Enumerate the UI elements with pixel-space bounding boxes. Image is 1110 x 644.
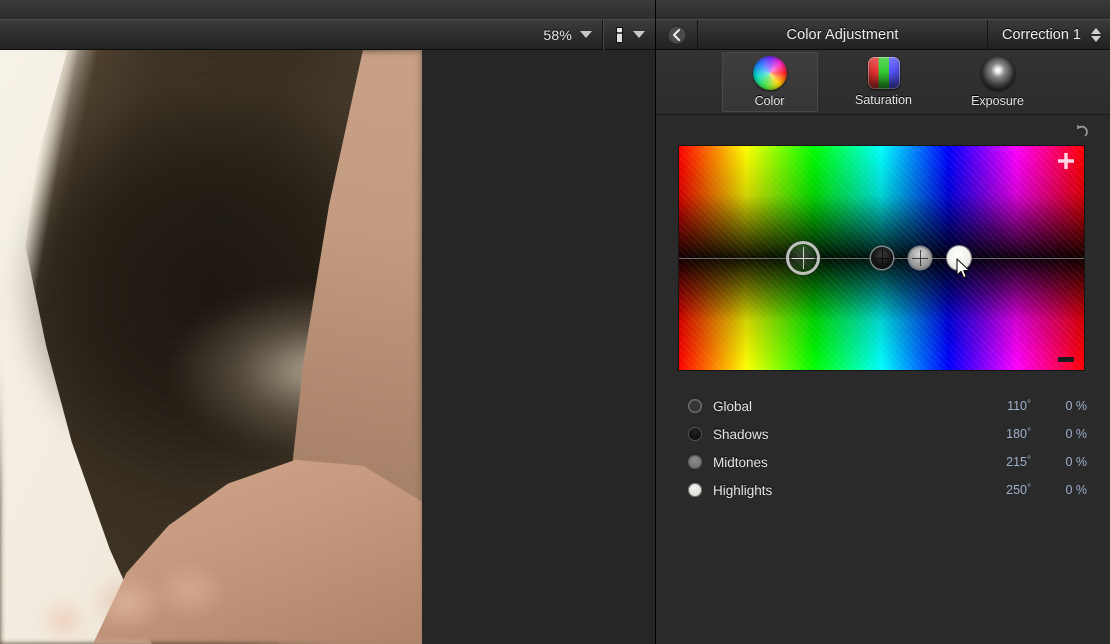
mouse-cursor: [956, 258, 970, 279]
inspector-header: Color Adjustment Correction 1: [656, 19, 1110, 50]
view-mode-control-group[interactable]: [603, 19, 655, 50]
exposure-sphere-icon: [980, 56, 1015, 90]
video-grain-layer: [0, 50, 422, 644]
up-down-stepper-icon[interactable]: [1087, 27, 1105, 42]
viewer-pane: 58%: [0, 0, 655, 644]
shadows-color-dot: [688, 427, 702, 441]
zoom-level-value: 58%: [543, 26, 572, 43]
zoom-control-group[interactable]: 58%: [543, 19, 603, 50]
param-percent-highlights[interactable]: 0 %: [1043, 483, 1087, 497]
plus-icon[interactable]: [1057, 152, 1075, 170]
video-preview[interactable]: [0, 50, 422, 644]
caret-down-icon[interactable]: [633, 31, 645, 38]
param-percent-midtones[interactable]: 0 %: [1043, 455, 1087, 469]
param-label-shadows: Shadows: [713, 426, 769, 442]
split-view-icon[interactable]: [616, 26, 623, 43]
param-row-highlights[interactable]: Highlights 250° 0 %: [656, 476, 1110, 504]
reset-row: [656, 116, 1110, 144]
reset-arrow-icon: [1077, 124, 1088, 137]
tab-color[interactable]: Color: [721, 52, 818, 112]
parameter-list: Global 110° 0 % Shadows 180° 0 % Midtone…: [656, 392, 1110, 504]
puck-midtones[interactable]: [908, 247, 931, 269]
param-label-highlights: Highlights: [713, 482, 773, 498]
puck-shadows[interactable]: [870, 247, 893, 269]
saturation-bars-icon: [867, 57, 900, 89]
caret-down-icon[interactable]: [580, 31, 592, 38]
tab-exposure-label: Exposure: [971, 94, 1024, 108]
inspector-panel: Color Adjustment Correction 1 Color Satu…: [655, 0, 1110, 644]
param-angle-midtones[interactable]: 215°: [1006, 455, 1031, 469]
param-row-global[interactable]: Global 110° 0 %: [656, 392, 1110, 420]
puck-global[interactable]: [788, 244, 817, 272]
param-label-global: Global: [713, 398, 753, 414]
final-cut-pro-color-board-window: 58% Color Adjustment Correction 1 Color …: [0, 0, 1110, 644]
param-angle-shadows[interactable]: 180°: [1006, 427, 1031, 441]
global-color-dot: [688, 399, 702, 413]
param-label-midtones: Midtones: [713, 454, 768, 470]
correction-selector[interactable]: Correction 1: [987, 19, 1110, 50]
back-chevron-icon: [667, 25, 686, 44]
correction-label: Correction 1: [1002, 26, 1081, 43]
param-angle-highlights[interactable]: 250°: [1006, 483, 1031, 497]
param-row-shadows[interactable]: Shadows 180° 0 %: [656, 420, 1110, 448]
color-board[interactable]: [679, 146, 1084, 370]
tab-saturation-label: Saturation: [855, 93, 912, 107]
color-wheel-icon: [752, 56, 787, 90]
minus-icon[interactable]: [1058, 357, 1074, 362]
tab-saturation[interactable]: Saturation: [836, 52, 932, 112]
tab-color-label: Color: [754, 94, 785, 108]
param-percent-global[interactable]: 0 %: [1043, 399, 1087, 413]
param-percent-shadows[interactable]: 0 %: [1043, 427, 1087, 441]
midtones-color-dot: [688, 455, 702, 469]
page-title: Color Adjustment: [786, 26, 899, 43]
param-row-midtones[interactable]: Midtones 215° 0 %: [656, 448, 1110, 476]
reset-button[interactable]: [1071, 120, 1093, 142]
highlights-color-dot: [688, 483, 702, 497]
adjustment-tabs: Color Saturation Exposure: [656, 50, 1110, 115]
param-angle-global[interactable]: 110°: [1007, 399, 1031, 413]
back-button[interactable]: [656, 19, 698, 50]
viewer-toolbar: 58%: [0, 0, 655, 50]
tab-exposure[interactable]: Exposure: [950, 52, 1046, 112]
inspector-top-strip: [656, 0, 1110, 19]
